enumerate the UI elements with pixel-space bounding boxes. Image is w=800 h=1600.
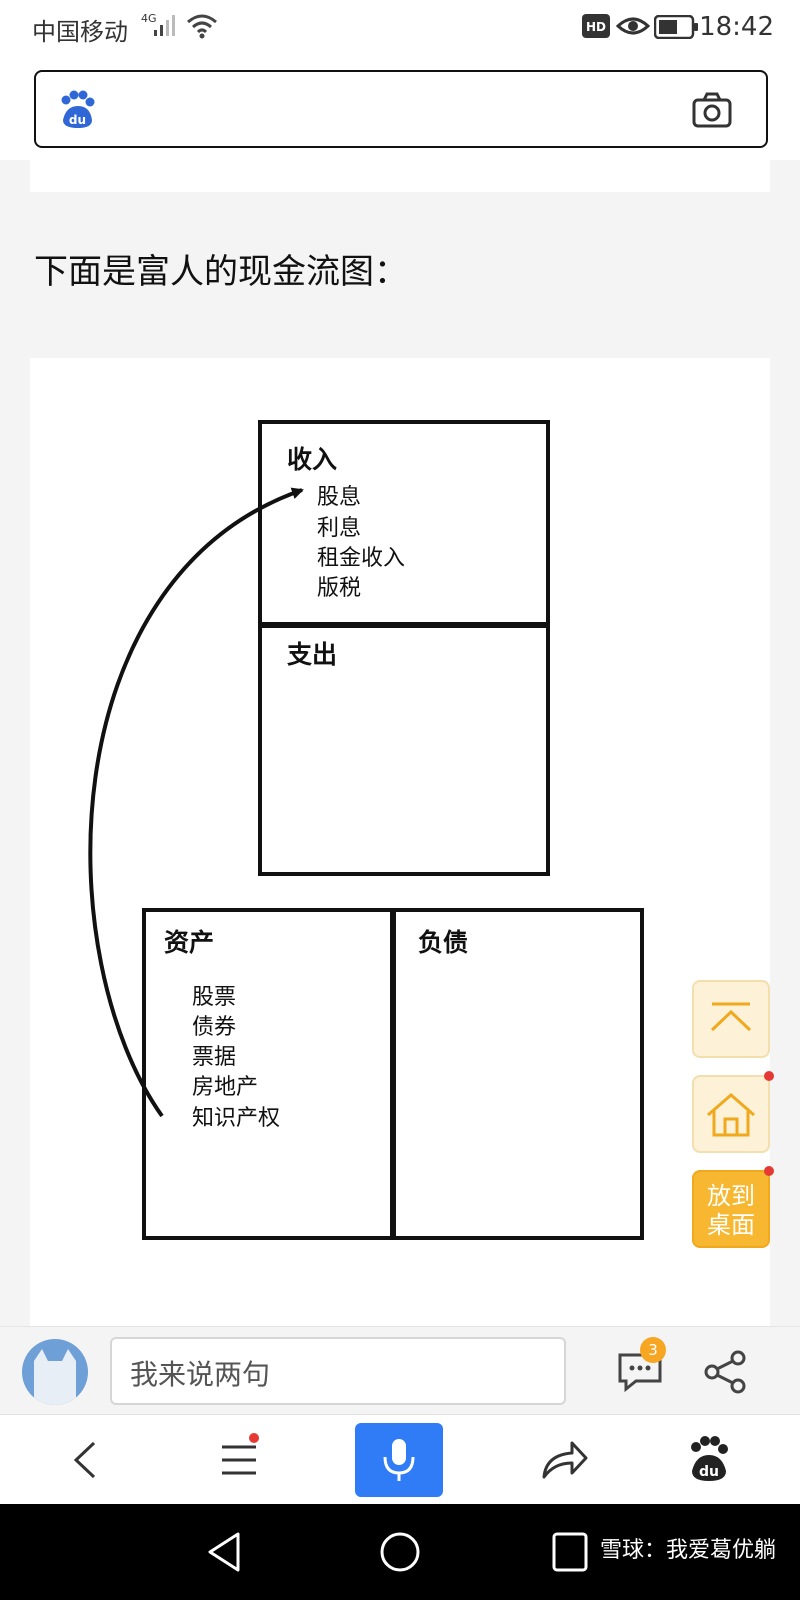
status-time: 18:42 [699,12,774,42]
voice-search-button[interactable] [355,1423,443,1497]
camera-icon[interactable] [692,92,732,128]
nav-home-icon[interactable] [378,1530,422,1574]
add-to-desktop-label-line1: 放到 [707,1182,755,1210]
nav-recents-icon[interactable] [550,1530,590,1574]
wifi-icon [187,14,217,39]
back-to-top-icon [710,1002,752,1032]
previous-content-card [30,160,770,192]
browser-toolbar: du [0,1414,800,1504]
asset-item: 房地产 [192,1075,258,1100]
baidu-paw-icon[interactable]: du [674,1425,744,1495]
carrier-name: 中国移动 [32,18,128,46]
notification-dot [764,1071,774,1081]
comment-placeholder: 我来说两句 [130,1358,271,1391]
mic-icon [383,1439,415,1481]
comment-count-badge: 3 [640,1337,666,1363]
expense-title: 支出 [287,640,337,669]
asset-item: 知识产权 [192,1106,280,1131]
liabilities-box [390,908,644,1240]
nav-back-icon[interactable] [204,1530,244,1574]
avatar[interactable] [22,1339,88,1405]
android-nav-bar: 雪球：我爱葛优躺 [0,1504,800,1600]
search-header: du [0,56,800,160]
comment-input[interactable]: 我来说两句 [110,1337,566,1405]
income-item: 利息 [317,516,361,541]
add-to-desktop-button[interactable]: 放到 桌面 [692,1166,774,1248]
comment-bar: 我来说两句 3 [0,1326,800,1414]
asset-item: 票据 [192,1045,236,1070]
article-heading: 下面是富人的现金流图： [34,252,408,292]
forward-share-icon[interactable] [526,1425,596,1495]
battery-icon [654,15,698,39]
income-item: 版税 [317,576,361,601]
signal-icon [154,15,175,36]
status-bar: 中国移动 4G HD 18:42 [0,0,800,56]
income-title: 收入 [287,445,337,474]
search-input[interactable]: du [34,70,768,148]
asset-item: 债券 [192,1015,236,1040]
asset-item: 股票 [192,985,236,1010]
cashflow-diagram-image: 收入 股息 利息 租金收入 版税 支出 资产 股票 债券 票据 房地产 知识产权… [30,358,770,1326]
income-item: 租金收入 [317,546,405,571]
hd-icon: HD [582,14,610,38]
home-icon [707,1093,755,1137]
cashflow-diagram: 收入 股息 利息 租金收入 版税 支出 资产 股票 债券 票据 房地产 知识产权… [88,420,644,1240]
liabilities-title: 负债 [418,928,468,957]
assets-box [142,908,396,1240]
menu-icon[interactable] [204,1425,274,1495]
add-to-desktop-label-line2: 桌面 [707,1211,755,1239]
eye-comfort-icon [616,17,650,35]
back-icon[interactable] [52,1425,122,1495]
user-avatar-icon [34,1349,76,1405]
home-button[interactable] [692,1071,774,1153]
svg-text:du: du [699,1464,719,1480]
income-item: 股息 [317,485,361,510]
watermark: 雪球：我爱葛优躺 [599,1538,776,1563]
back-to-top-button[interactable] [692,980,770,1058]
assets-title: 资产 [164,928,214,957]
notification-dot [764,1166,774,1176]
share-icon[interactable] [702,1349,748,1395]
svg-text:du: du [69,113,86,127]
baidu-paw-icon: du [61,90,95,128]
hd-label: HD [586,20,606,34]
